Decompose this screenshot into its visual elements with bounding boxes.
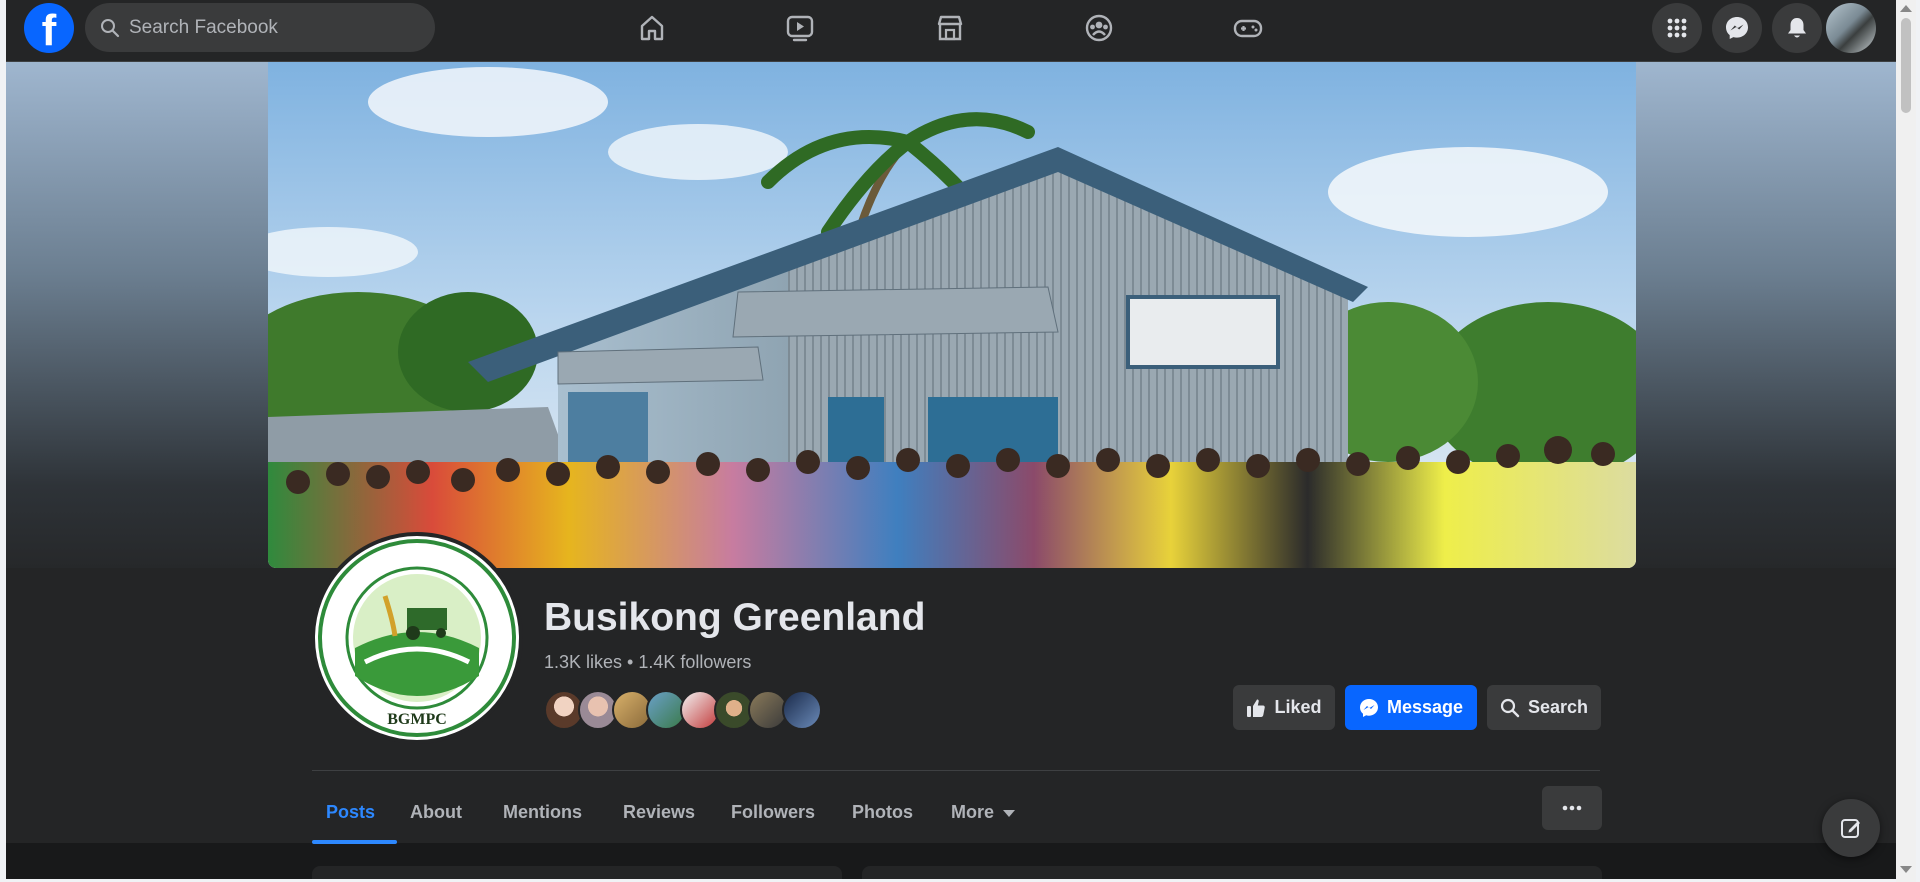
likes-count[interactable]: 1.3K likes xyxy=(544,652,622,672)
new-message-button[interactable] xyxy=(1822,799,1880,857)
search-label: Search xyxy=(1527,697,1589,717)
tab-posts[interactable]: Posts xyxy=(326,780,375,844)
tab-reviews[interactable]: Reviews xyxy=(623,780,695,844)
video-icon[interactable] xyxy=(778,8,822,48)
cover-photo[interactable] xyxy=(268,62,1636,568)
followers-count[interactable]: 1.4K followers xyxy=(638,652,751,672)
posts-card xyxy=(862,866,1602,879)
groups-icon[interactable] xyxy=(1077,8,1121,48)
scrollbar-thumb[interactable] xyxy=(1901,18,1911,113)
page-profile-picture[interactable]: BGMPC xyxy=(311,532,523,744)
tab-photos[interactable]: Photos xyxy=(852,780,913,844)
intro-card xyxy=(312,866,842,879)
notifications-icon[interactable] xyxy=(1772,3,1822,53)
scroll-up-arrow-icon[interactable] xyxy=(1900,5,1912,12)
compose-icon xyxy=(1841,819,1860,838)
tab-followers[interactable]: Followers xyxy=(731,780,815,844)
logo-abbr: BGMPC xyxy=(387,711,447,728)
messenger-icon[interactable] xyxy=(1712,3,1762,53)
friend-avatars-row xyxy=(544,690,834,730)
active-tab-indicator xyxy=(312,840,397,844)
gaming-icon[interactable] xyxy=(1226,8,1270,48)
tab-about[interactable]: About xyxy=(410,780,462,844)
marketplace-icon[interactable] xyxy=(928,8,972,48)
home-icon[interactable] xyxy=(630,8,674,48)
stats-separator: • xyxy=(622,652,639,672)
page-stats: 1.3K likes • 1.4K followers xyxy=(544,652,751,673)
search-icon xyxy=(101,18,120,37)
scroll-down-arrow-icon[interactable] xyxy=(1900,866,1912,873)
page-title: Busikong Greenland xyxy=(544,596,926,639)
caret-down-icon xyxy=(1003,809,1016,817)
search-input[interactable] xyxy=(129,16,409,39)
search-box[interactable] xyxy=(85,3,435,52)
ellipsis-icon xyxy=(1562,805,1582,811)
liked-button[interactable]: Liked xyxy=(1233,685,1335,730)
tab-mentions[interactable]: Mentions xyxy=(503,780,582,844)
top-navigation-bar: f xyxy=(6,0,1896,62)
more-options-button[interactable] xyxy=(1542,786,1602,830)
page-frame: f Search Facebook BGMPC Busikong Greenla… xyxy=(6,0,1896,879)
menu-grid-icon[interactable] xyxy=(1652,3,1702,53)
liked-label: Liked xyxy=(1274,697,1322,717)
tabs-divider xyxy=(312,770,1600,771)
search-icon xyxy=(1500,698,1520,717)
message-button[interactable]: Message xyxy=(1345,685,1477,730)
tab-more[interactable]: More xyxy=(951,780,1016,844)
facebook-logo[interactable]: f xyxy=(24,3,74,53)
message-label: Message xyxy=(1386,697,1464,717)
tab-more-label: More xyxy=(951,801,995,822)
friend-avatar[interactable] xyxy=(782,690,822,730)
page-scrollbar[interactable] xyxy=(1896,0,1916,882)
messenger-icon xyxy=(1359,698,1378,717)
account-avatar[interactable] xyxy=(1826,3,1876,53)
thumbs-up-icon xyxy=(1247,699,1266,717)
page-search-button[interactable]: Search xyxy=(1487,685,1601,730)
